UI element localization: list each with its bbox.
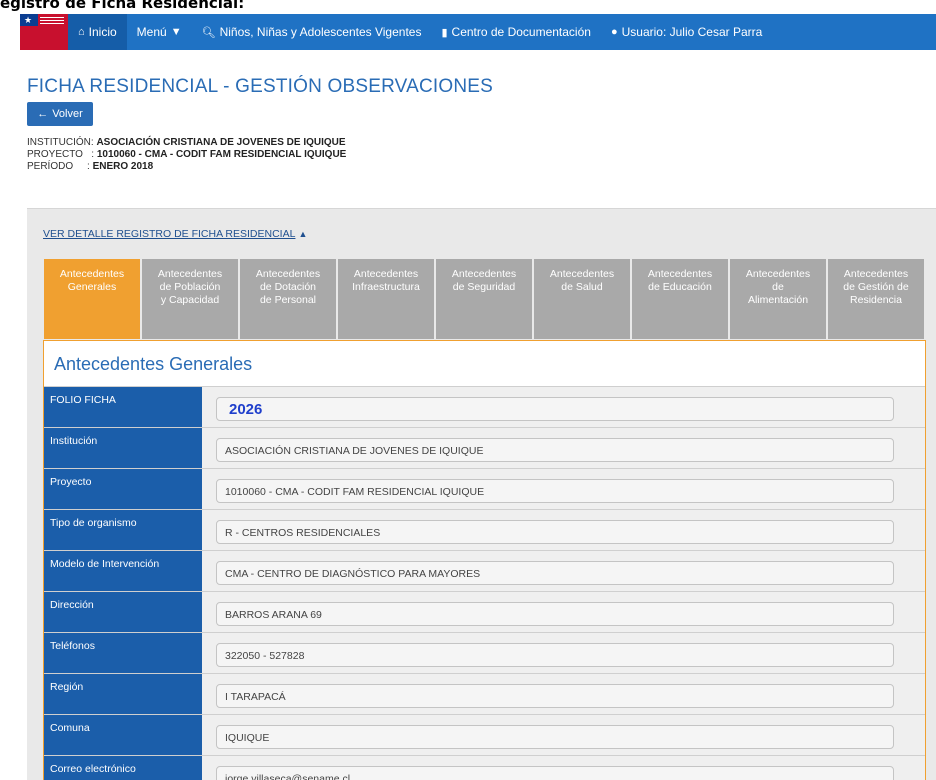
caret-up-icon: ▲ (298, 229, 308, 239)
tab-staffing[interactable]: Antecedentes de Dotación de Personal (240, 259, 336, 339)
tab-management[interactable]: Antecedentes de Gestión de Residencia (828, 259, 924, 339)
field-row-model: Modelo de Intervención CMA - CENTRO DE D… (44, 550, 925, 591)
commune-field[interactable]: IQUIQUE (216, 725, 894, 749)
tab-infrastructure[interactable]: Antecedentes Infraestructura (338, 259, 434, 339)
project-line: PROYECTO : 1010060 - CMA - CODIT FAM RES… (27, 149, 346, 160)
field-label: Modelo de Intervención (44, 551, 202, 591)
nav-documentation[interactable]: ▮ Centro de Documentación (431, 14, 600, 50)
home-icon: ⌂ (78, 26, 85, 38)
field-label: Región (44, 674, 202, 714)
section-tabs: Antecedentes Generales Antecedentes de Pob… (44, 259, 924, 339)
field-row-project: Proyecto 1010060 - CMA - CODIT FAM RESID… (44, 468, 925, 509)
search-icon: 🔍︎ (201, 26, 216, 39)
field-row-institution: Institución ASOCIACIÓN CRISTIANA DE JOVE… (44, 427, 925, 468)
tab-security[interactable]: Antecedentes de Seguridad (436, 259, 532, 339)
field-row-address: Dirección BARROS ARANA 69 (44, 591, 925, 632)
nav-documentation-label: Centro de Documentación (451, 25, 591, 39)
tab-education[interactable]: Antecedentes de Educación (632, 259, 728, 339)
top-navbar: ★ ⌂ Inicio Menú ▼ 🔍︎ Niños, Niñas y Adol… (20, 14, 936, 50)
government-logo[interactable]: ★ (20, 14, 68, 50)
field-label: Tipo de organismo (44, 510, 202, 550)
field-row-commune: Comuna IQUIQUE (44, 714, 925, 755)
institution-label: INSTITUCIÓN: (27, 137, 97, 148)
arrow-left-icon: ← (37, 108, 49, 120)
project-field[interactable]: 1010060 - CMA - CODIT FAM RESIDENCIAL IQ… (216, 479, 894, 503)
period-line: PERÍODO : ENERO 2018 (27, 161, 153, 172)
intervention-model-field[interactable]: CMA - CENTRO DE DIAGNÓSTICO PARA MAYORES (216, 561, 894, 585)
nav-children-label: Niños, Niñas y Adolescentes Vigentes (219, 25, 422, 39)
nav-user-label: Usuario: Julio Cesar Parra (621, 25, 763, 39)
period-label: PERÍODO : (27, 161, 93, 172)
org-type-field[interactable]: R - CENTROS RESIDENCIALES (216, 520, 894, 544)
region-field[interactable]: I TARAPACÁ (216, 684, 894, 708)
field-label: Institución (44, 428, 202, 468)
back-button-label: Volver (52, 108, 83, 120)
field-row-org-type: Tipo de organismo R - CENTROS RESIDENCIA… (44, 509, 925, 550)
file-icon: ▮ (441, 26, 448, 39)
detail-panel: VER DETALLE REGISTRO DE FICHA RESIDENCIA… (27, 208, 936, 780)
nav-menu[interactable]: Menú ▼ (127, 14, 192, 50)
project-value: 1010060 - CMA - CODIT FAM RESIDENCIAL IQ… (96, 149, 347, 160)
address-field[interactable]: BARROS ARANA 69 (216, 602, 894, 626)
institution-field[interactable]: ASOCIACIÓN CRISTIANA DE JOVENES DE IQUIQ… (216, 438, 894, 462)
field-label: Correo electrónico (44, 756, 202, 780)
tab-general[interactable]: Antecedentes Generales (44, 259, 140, 339)
field-row-email: Correo electrónico jorge.villaseca@senam… (44, 755, 925, 780)
page-title: FICHA RESIDENCIAL - GESTIÓN OBSERVACIONE… (27, 76, 494, 97)
nav-home[interactable]: ⌂ Inicio (68, 14, 127, 50)
field-row-region: Región I TARAPACÁ (44, 673, 925, 714)
field-label: Comuna (44, 715, 202, 755)
user-icon: ● (610, 26, 618, 38)
institution-value: ASOCIACIÓN CRISTIANA DE JOVENES DE IQUIQ… (96, 137, 346, 148)
folio-field[interactable]: 2026 (216, 397, 894, 421)
field-label: FOLIO FICHA (44, 387, 202, 427)
project-label: PROYECTO : (27, 149, 97, 160)
section-title: Antecedentes Generales (54, 354, 253, 374)
nav-children-search[interactable]: 🔍︎ Niños, Niñas y Adolescentes Vigentes (192, 14, 432, 50)
field-label: Dirección (44, 592, 202, 632)
field-label: Proyecto (44, 469, 202, 509)
detail-toggle-link[interactable]: VER DETALLE REGISTRO DE FICHA RESIDENCIA… (43, 228, 307, 240)
field-label: Teléfonos (44, 633, 202, 673)
fields-table: FOLIO FICHA 2026 Institución ASOCIACIÓN … (44, 386, 925, 780)
phones-field[interactable]: 322050 - 527828 (216, 643, 894, 667)
nav-home-label: Inicio (88, 25, 117, 39)
nav-user[interactable]: ● Usuario: Julio Cesar Parra (601, 14, 772, 50)
email-field[interactable]: jorge.villaseca@sename.cl (216, 766, 894, 780)
caret-down-icon: ▼ (170, 26, 182, 38)
general-info-section: Antecedentes Generales FOLIO FICHA 2026 … (43, 340, 926, 780)
institution-line: INSTITUCIÓN: ASOCIACIÓN CRISTIANA DE JOV… (27, 137, 346, 148)
period-value: ENERO 2018 (92, 161, 154, 172)
back-button[interactable]: ← Volver (27, 102, 93, 126)
tab-population[interactable]: Antecedentes de Población y Capacidad (142, 259, 238, 339)
tab-food[interactable]: Antecedentes de Alimentación (730, 259, 826, 339)
field-row-folio: FOLIO FICHA 2026 (44, 386, 925, 427)
tab-health[interactable]: Antecedentes de Salud (534, 259, 630, 339)
detail-link-label: VER DETALLE REGISTRO DE FICHA RESIDENCIA… (43, 228, 296, 240)
nav-menu-label: Menú (136, 25, 167, 39)
field-row-phones: Teléfonos 322050 - 527828 (44, 632, 925, 673)
document-caption: egistro de Ficha Residencial: (0, 0, 245, 12)
